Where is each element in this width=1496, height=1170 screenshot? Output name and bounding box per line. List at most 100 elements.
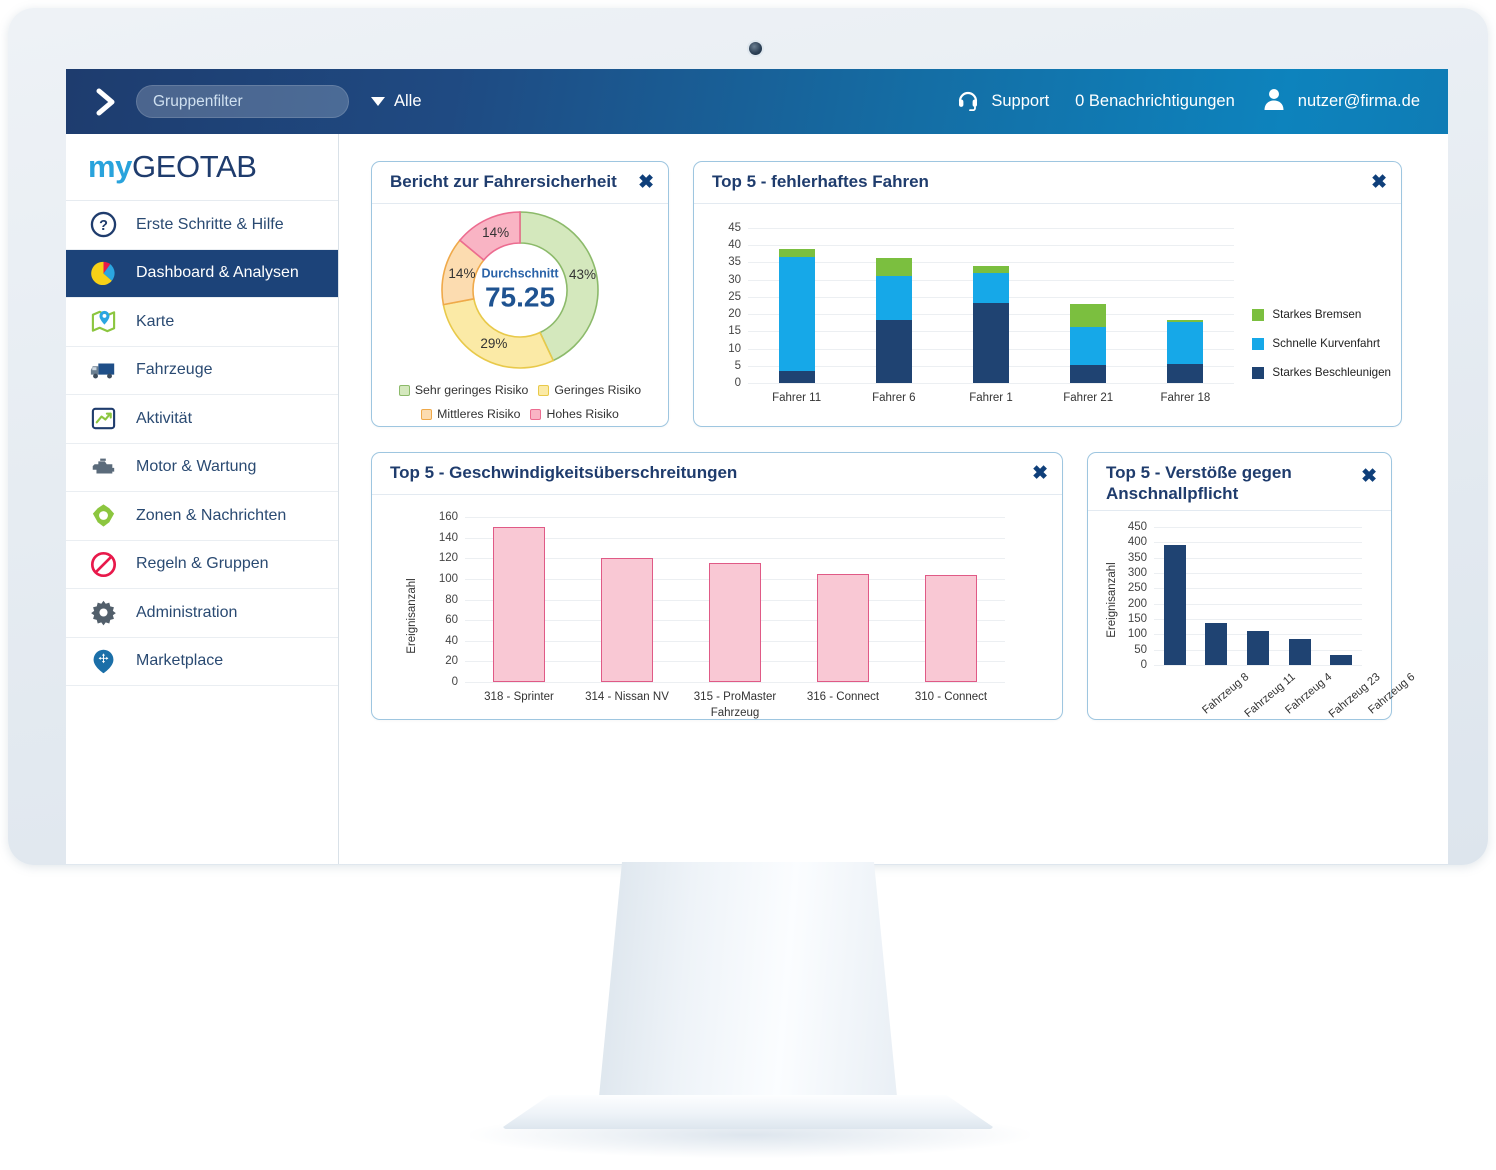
stacked-bar-segment[interactable] (1070, 327, 1107, 366)
y-axis-tick: 20 (728, 308, 741, 321)
close-icon[interactable]: ✖ (1361, 467, 1377, 486)
close-icon[interactable]: ✖ (638, 173, 654, 192)
dashboard-content: Bericht zur Fahrersicherheit ✖ Durchschn… (339, 134, 1448, 864)
stacked-bar-segment[interactable] (875, 275, 912, 320)
stacked-bar-segment[interactable] (1167, 319, 1204, 323)
legend-label: Schnelle Kurvenfahrt (1272, 337, 1381, 350)
bar[interactable] (493, 527, 545, 682)
y-axis-tick: 0 (451, 676, 458, 688)
chevron-right-icon[interactable] (88, 84, 124, 120)
donut-legend: Sehr geringes Risiko Geringes Risiko Mittl… (372, 376, 668, 440)
y-axis-tick: 140 (438, 531, 458, 544)
monitor-bezel: Alle Support (8, 8, 1488, 865)
speeding-bar-plot: 0 20 40 60 80 100 120 140 160 318 - Sprinter 314 -… (439, 511, 1005, 703)
group-filter-input[interactable] (136, 85, 349, 118)
sidebar-item-label: Fahrzeuge (136, 361, 213, 379)
y-axis-tick: 150 (1127, 613, 1147, 625)
stacked-bar-segment[interactable] (1070, 304, 1107, 328)
sidebar-item-administration[interactable]: Administration (66, 589, 338, 638)
x-axis-tick: 316 - Connect (806, 691, 880, 703)
widget-header: Top 5 - fehlerhaftes Fahren ✖ (694, 162, 1401, 204)
stacked-bar-segment[interactable] (973, 273, 1009, 304)
stacked-bar-segment[interactable] (1070, 365, 1107, 383)
widget-row-1: Bericht zur Fahrersicherheit ✖ Durchschn… (371, 161, 1426, 427)
y-axis-tick: 300 (1127, 567, 1147, 579)
legend-label: Starkes Bremsen (1272, 308, 1362, 321)
bar[interactable] (1205, 623, 1228, 665)
stacked-bar-segment[interactable] (778, 257, 815, 371)
stacked-bar-segment[interactable] (1167, 322, 1204, 364)
legend-item[interactable]: Sehr geringes Risiko (398, 380, 528, 402)
legend-item[interactable]: Starkes Beschleunigen (1252, 366, 1391, 379)
legend-item[interactable]: Starkes Bremsen (1252, 308, 1391, 321)
close-icon[interactable]: ✖ (1371, 173, 1387, 192)
y-axis-tick: 40 (728, 239, 741, 252)
chart-legend: Starkes Bremsen Schnelle Kurvenfahrt Stark… (1252, 308, 1391, 395)
bar[interactable] (1163, 545, 1186, 665)
sidebar-item-label: Aktivität (136, 409, 193, 427)
sidebar-item-zonen-nachrichten[interactable]: Zonen & Nachrichten (66, 492, 338, 541)
donut-slice-percent: 14% (448, 265, 476, 281)
stacked-bar-segment[interactable] (973, 303, 1009, 383)
stacked-bar-segment[interactable] (973, 265, 1009, 274)
legend-item[interactable]: Schnelle Kurvenfahrt (1252, 337, 1391, 350)
support-button[interactable]: Support (956, 87, 1049, 116)
stacked-bar-segment[interactable] (1167, 363, 1204, 383)
sidebar-item-marketplace[interactable]: Marketplace (66, 638, 338, 686)
widget-body: Durchschnitt 75.25 43% 29% 14% 14% Sehr ger… (372, 204, 668, 440)
y-axis-tick: 15 (728, 325, 741, 338)
sidebar-item-label: Regeln & Gruppen (136, 555, 269, 573)
legend-item[interactable]: Geringes Risiko (538, 380, 641, 402)
gear-icon (88, 598, 118, 628)
sidebar-item-aktivitaet[interactable]: Aktivität (66, 395, 338, 444)
y-axis-tick: 400 (1127, 536, 1147, 549)
sidebar-item-karte[interactable]: Karte (66, 298, 338, 347)
x-axis-tick: 314 - Nissan NV (585, 691, 669, 703)
sidebar-item-fahrzeuge[interactable]: Fahrzeuge (66, 347, 338, 395)
sidebar-item-motor-wartung[interactable]: Motor & Wartung (66, 444, 338, 492)
donut-slice-percent: 43% (568, 267, 597, 283)
stacked-bar-segment[interactable] (778, 370, 815, 383)
widget-faulty-driving: Top 5 - fehlerhaftes Fahren ✖ 0 5 10 15 20 25… (693, 161, 1402, 427)
legend-item[interactable]: Hohes Risiko (530, 404, 619, 426)
group-dropdown[interactable]: Alle (371, 92, 422, 111)
widget-seatbelt: Top 5 - Verstöße gegen Anschnallpflicht … (1087, 452, 1417, 721)
legend-label: Starkes Beschleunigen (1272, 366, 1391, 379)
bar[interactable] (601, 558, 653, 682)
donut-slice[interactable] (442, 297, 555, 369)
sidebar-item-dashboard-analysen[interactable]: Dashboard & Analysen (66, 249, 338, 298)
user-menu[interactable]: nutzer@firma.de (1261, 86, 1420, 117)
donut-chart: Durchschnitt 75.25 43% 29% 14% 14% (372, 204, 668, 376)
legend-label: Geringes Risiko (554, 383, 642, 397)
x-axis-tick: 315 - ProMaster (693, 691, 777, 703)
map-pin-icon (88, 307, 118, 337)
stacked-bar-segment[interactable] (778, 249, 815, 258)
x-axis-tick: 318 - Sprinter (484, 691, 554, 703)
close-icon[interactable]: ✖ (1032, 464, 1048, 483)
bar[interactable] (925, 574, 977, 682)
y-axis-tick: 100 (438, 572, 458, 585)
sidebar-item-label: Erste Schritte & Hilfe (136, 215, 284, 233)
bar[interactable] (817, 573, 869, 682)
bar[interactable] (1247, 631, 1269, 665)
y-axis-tick: 50 (1134, 643, 1147, 656)
sidebar-item-erste-schritte-hilfe[interactable]: ? Erste Schritte & Hilfe (66, 201, 338, 250)
notifications-button[interactable]: 0 Benachrichtigungen (1075, 92, 1235, 111)
y-axis-tick: 35 (728, 256, 741, 269)
widget-body: Ereignisanzahl 0 50 100 150 200 250 300 350 400 4… (1088, 511, 1417, 721)
stacked-bar-segment[interactable] (875, 258, 912, 276)
legend-item[interactable]: Mittleres Risiko (421, 404, 520, 426)
legend-swatch (1252, 308, 1265, 321)
sidebar-item-regeln-gruppen[interactable]: Regeln & Gruppen (66, 541, 338, 589)
stacked-bar-segment[interactable] (875, 319, 912, 383)
bar[interactable] (709, 563, 761, 682)
zone-star-icon (88, 501, 118, 531)
y-axis-tick: 160 (438, 511, 458, 523)
bar[interactable] (1288, 638, 1311, 665)
widget-header: Top 5 - Geschwindigkeitsüberschreitungen… (372, 453, 1062, 495)
bar[interactable] (1330, 655, 1353, 665)
widget-header: Top 5 - Verstöße gegen Anschnallpflicht … (1088, 453, 1391, 511)
legend-swatch (530, 409, 542, 421)
legend-swatch (421, 409, 433, 421)
widget-header: Bericht zur Fahrersicherheit ✖ (372, 162, 668, 204)
